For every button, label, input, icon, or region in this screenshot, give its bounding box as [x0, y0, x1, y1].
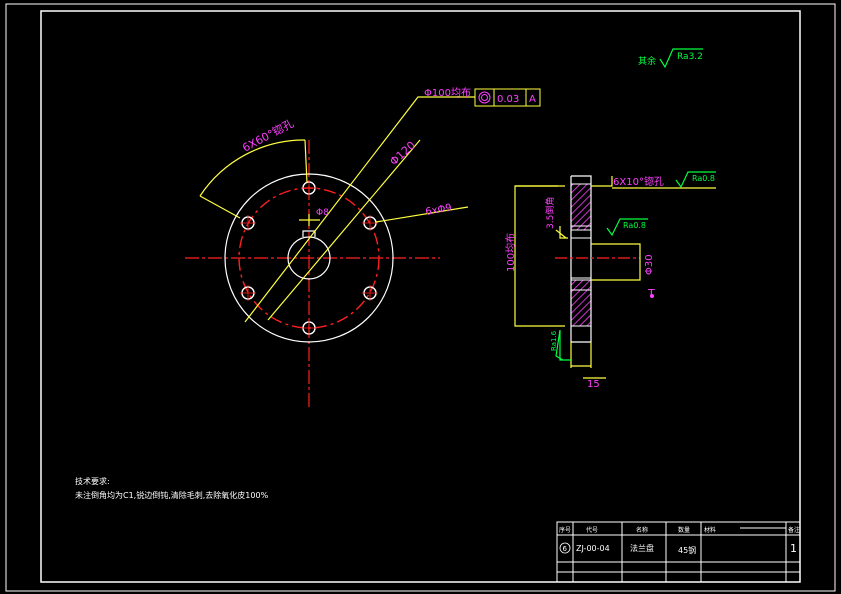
technical-notes: 技术要求: 未注倒角均为C1,锐边倒钝,清除毛刺,去除氧化皮100%	[75, 476, 269, 500]
title-block-text: 序号 代号 名称 数量 材料 备注 6 ZJ-00-04 法兰盘 45钢 1	[559, 526, 800, 555]
dim-counterbore: 6X10°锪孔	[613, 175, 664, 188]
tb-header-0: 序号	[559, 526, 571, 534]
dim-holes: 6xΦ9	[425, 203, 453, 218]
dim-chamfer-holes: 6X60°锪孔	[240, 117, 296, 155]
roughness-general-value: Ra3.2	[677, 52, 703, 62]
roughness-general: 其余 Ra3.2	[638, 48, 703, 69]
roughness-general-prefix: 其余	[638, 55, 656, 67]
concentricity-icon	[478, 91, 491, 104]
tb-header-3: 数量	[678, 526, 690, 534]
roughness-face-value: Ra0.8	[692, 174, 715, 183]
dim-bolt-circle: Φ100均布	[424, 87, 471, 99]
tb-name: 法兰盘	[630, 543, 654, 553]
tb-row-index: 6	[563, 545, 568, 553]
roughness-side: Ra1.6	[550, 329, 571, 361]
section-hatch-bottom	[570, 279, 592, 327]
section-hatch-top	[570, 183, 592, 231]
front-view: 6X60°锪孔 Φ100均布 Φ120 6xΦ9 Φ8 0.03 A	[185, 87, 541, 410]
tb-qty: 1	[790, 542, 797, 555]
roughness-side-value: Ra1.6	[550, 330, 558, 351]
tb-header-7: 备注	[788, 526, 800, 534]
outer-frame	[5, 3, 836, 592]
tb-header-4: 材料	[704, 526, 716, 534]
tolerance-datum: A	[529, 94, 536, 105]
dim-height-100: 100均布	[505, 233, 517, 272]
dim-bore: Φ30	[644, 254, 655, 275]
tb-code: ZJ-00-04	[576, 544, 610, 553]
dim-step: 3.5倒角	[544, 197, 556, 229]
dim-thickness: 15	[587, 379, 600, 390]
roughness-bore: Ra0.8	[606, 218, 648, 237]
roughness-bore-value: Ra0.8	[623, 221, 646, 230]
cad-drawing: 6X60°锪孔 Φ100均布 Φ120 6xΦ9 Φ8 0.03 A 6X10°…	[5, 3, 836, 592]
dim-hub: Φ8	[316, 208, 329, 218]
dim-outer-diameter: Φ120	[387, 139, 418, 169]
tb-header-1: 代号	[586, 526, 598, 534]
notes-title: 技术要求:	[75, 476, 110, 486]
tolerance-value: 0.03	[497, 94, 519, 105]
tolerance-frame: 0.03 A	[474, 88, 541, 107]
tb-material: 45钢	[678, 545, 696, 555]
tb-header-2: 名称	[636, 526, 648, 534]
datum-mark: T	[647, 287, 655, 300]
roughness-face: Ra0.8	[675, 171, 716, 189]
side-view: 6X10°锪孔 100均布 3.5倒角 Φ30 15 T Ra0.8 Ra0.8…	[505, 171, 716, 390]
notes-line1: 未注倒角均为C1,锐边倒钝,清除毛刺,去除氧化皮100%	[75, 490, 269, 500]
